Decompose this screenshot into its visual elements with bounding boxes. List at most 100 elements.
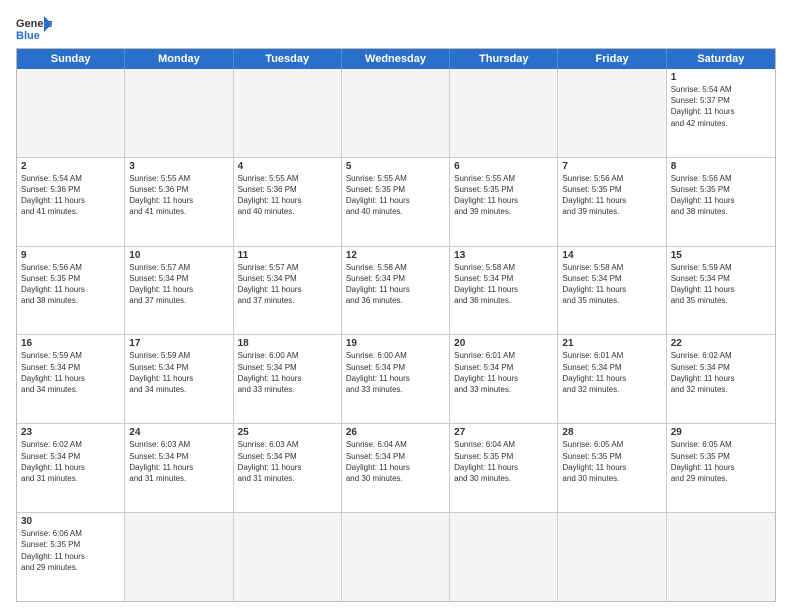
day-cell-14: 14Sunrise: 5:58 AM Sunset: 5:34 PM Dayli… bbox=[558, 247, 666, 335]
day-number: 18 bbox=[238, 338, 337, 349]
calendar: SundayMondayTuesdayWednesdayThursdayFrid… bbox=[16, 48, 776, 602]
day-number: 22 bbox=[671, 338, 771, 349]
svg-text:Blue: Blue bbox=[16, 30, 40, 42]
day-cell-19: 19Sunrise: 6:00 AM Sunset: 5:34 PM Dayli… bbox=[342, 335, 450, 423]
day-info: Sunrise: 5:56 AM Sunset: 5:35 PM Dayligh… bbox=[671, 173, 771, 218]
day-number: 8 bbox=[671, 161, 771, 172]
day-info: Sunrise: 6:05 AM Sunset: 5:35 PM Dayligh… bbox=[562, 439, 661, 484]
day-info: Sunrise: 6:00 AM Sunset: 5:34 PM Dayligh… bbox=[238, 350, 337, 395]
day-number: 27 bbox=[454, 427, 553, 438]
day-cell-12: 12Sunrise: 5:58 AM Sunset: 5:34 PM Dayli… bbox=[342, 247, 450, 335]
day-number: 12 bbox=[346, 250, 445, 261]
day-number: 14 bbox=[562, 250, 661, 261]
day-number: 15 bbox=[671, 250, 771, 261]
day-number: 19 bbox=[346, 338, 445, 349]
empty-cell bbox=[667, 513, 775, 601]
day-info: Sunrise: 6:00 AM Sunset: 5:34 PM Dayligh… bbox=[346, 350, 445, 395]
day-number: 4 bbox=[238, 161, 337, 172]
day-info: Sunrise: 6:04 AM Sunset: 5:34 PM Dayligh… bbox=[346, 439, 445, 484]
page: General Blue SundayMondayTuesdayWednesda… bbox=[0, 0, 792, 612]
calendar-row-1: 2Sunrise: 5:54 AM Sunset: 5:36 PM Daylig… bbox=[17, 157, 775, 246]
day-cell-25: 25Sunrise: 6:03 AM Sunset: 5:34 PM Dayli… bbox=[234, 424, 342, 512]
day-cell-6: 6Sunrise: 5:55 AM Sunset: 5:35 PM Daylig… bbox=[450, 158, 558, 246]
calendar-row-4: 23Sunrise: 6:02 AM Sunset: 5:34 PM Dayli… bbox=[17, 423, 775, 512]
empty-cell bbox=[342, 69, 450, 157]
logo-icon: General Blue bbox=[16, 14, 52, 42]
calendar-row-2: 9Sunrise: 5:56 AM Sunset: 5:35 PM Daylig… bbox=[17, 246, 775, 335]
day-number: 6 bbox=[454, 161, 553, 172]
day-number: 3 bbox=[129, 161, 228, 172]
empty-cell bbox=[234, 69, 342, 157]
day-cell-21: 21Sunrise: 6:01 AM Sunset: 5:34 PM Dayli… bbox=[558, 335, 666, 423]
day-number: 13 bbox=[454, 250, 553, 261]
empty-cell bbox=[558, 513, 666, 601]
day-number: 10 bbox=[129, 250, 228, 261]
day-cell-1: 1Sunrise: 5:54 AM Sunset: 5:37 PM Daylig… bbox=[667, 69, 775, 157]
day-number: 2 bbox=[21, 161, 120, 172]
empty-cell bbox=[450, 69, 558, 157]
calendar-body: 1Sunrise: 5:54 AM Sunset: 5:37 PM Daylig… bbox=[17, 69, 775, 601]
header-day-sunday: Sunday bbox=[17, 49, 125, 69]
day-cell-3: 3Sunrise: 5:55 AM Sunset: 5:36 PM Daylig… bbox=[125, 158, 233, 246]
calendar-row-5: 30Sunrise: 6:06 AM Sunset: 5:35 PM Dayli… bbox=[17, 512, 775, 601]
day-info: Sunrise: 5:59 AM Sunset: 5:34 PM Dayligh… bbox=[129, 350, 228, 395]
day-number: 21 bbox=[562, 338, 661, 349]
logo: General Blue bbox=[16, 14, 52, 42]
day-cell-2: 2Sunrise: 5:54 AM Sunset: 5:36 PM Daylig… bbox=[17, 158, 125, 246]
day-cell-26: 26Sunrise: 6:04 AM Sunset: 5:34 PM Dayli… bbox=[342, 424, 450, 512]
day-info: Sunrise: 6:06 AM Sunset: 5:35 PM Dayligh… bbox=[21, 528, 120, 573]
day-info: Sunrise: 5:54 AM Sunset: 5:37 PM Dayligh… bbox=[671, 84, 771, 129]
day-number: 16 bbox=[21, 338, 120, 349]
day-cell-10: 10Sunrise: 5:57 AM Sunset: 5:34 PM Dayli… bbox=[125, 247, 233, 335]
header-day-wednesday: Wednesday bbox=[342, 49, 450, 69]
day-cell-16: 16Sunrise: 5:59 AM Sunset: 5:34 PM Dayli… bbox=[17, 335, 125, 423]
day-cell-17: 17Sunrise: 5:59 AM Sunset: 5:34 PM Dayli… bbox=[125, 335, 233, 423]
day-info: Sunrise: 5:55 AM Sunset: 5:35 PM Dayligh… bbox=[346, 173, 445, 218]
day-info: Sunrise: 6:03 AM Sunset: 5:34 PM Dayligh… bbox=[238, 439, 337, 484]
day-number: 25 bbox=[238, 427, 337, 438]
day-number: 5 bbox=[346, 161, 445, 172]
day-info: Sunrise: 5:55 AM Sunset: 5:36 PM Dayligh… bbox=[129, 173, 228, 218]
day-info: Sunrise: 5:58 AM Sunset: 5:34 PM Dayligh… bbox=[346, 262, 445, 307]
header-day-monday: Monday bbox=[125, 49, 233, 69]
day-info: Sunrise: 5:57 AM Sunset: 5:34 PM Dayligh… bbox=[238, 262, 337, 307]
day-info: Sunrise: 5:59 AM Sunset: 5:34 PM Dayligh… bbox=[21, 350, 120, 395]
day-info: Sunrise: 6:01 AM Sunset: 5:34 PM Dayligh… bbox=[454, 350, 553, 395]
header-day-thursday: Thursday bbox=[450, 49, 558, 69]
day-cell-18: 18Sunrise: 6:00 AM Sunset: 5:34 PM Dayli… bbox=[234, 335, 342, 423]
day-info: Sunrise: 5:56 AM Sunset: 5:35 PM Dayligh… bbox=[562, 173, 661, 218]
calendar-header: SundayMondayTuesdayWednesdayThursdayFrid… bbox=[17, 49, 775, 69]
day-info: Sunrise: 6:04 AM Sunset: 5:35 PM Dayligh… bbox=[454, 439, 553, 484]
day-cell-24: 24Sunrise: 6:03 AM Sunset: 5:34 PM Dayli… bbox=[125, 424, 233, 512]
day-info: Sunrise: 6:01 AM Sunset: 5:34 PM Dayligh… bbox=[562, 350, 661, 395]
day-cell-23: 23Sunrise: 6:02 AM Sunset: 5:34 PM Dayli… bbox=[17, 424, 125, 512]
day-number: 26 bbox=[346, 427, 445, 438]
day-info: Sunrise: 5:55 AM Sunset: 5:36 PM Dayligh… bbox=[238, 173, 337, 218]
empty-cell bbox=[558, 69, 666, 157]
day-number: 7 bbox=[562, 161, 661, 172]
day-number: 24 bbox=[129, 427, 228, 438]
day-info: Sunrise: 5:58 AM Sunset: 5:34 PM Dayligh… bbox=[562, 262, 661, 307]
day-cell-27: 27Sunrise: 6:04 AM Sunset: 5:35 PM Dayli… bbox=[450, 424, 558, 512]
empty-cell bbox=[234, 513, 342, 601]
day-info: Sunrise: 5:58 AM Sunset: 5:34 PM Dayligh… bbox=[454, 262, 553, 307]
day-info: Sunrise: 5:56 AM Sunset: 5:35 PM Dayligh… bbox=[21, 262, 120, 307]
header-day-tuesday: Tuesday bbox=[234, 49, 342, 69]
day-cell-30: 30Sunrise: 6:06 AM Sunset: 5:35 PM Dayli… bbox=[17, 513, 125, 601]
day-cell-13: 13Sunrise: 5:58 AM Sunset: 5:34 PM Dayli… bbox=[450, 247, 558, 335]
day-cell-20: 20Sunrise: 6:01 AM Sunset: 5:34 PM Dayli… bbox=[450, 335, 558, 423]
day-info: Sunrise: 5:59 AM Sunset: 5:34 PM Dayligh… bbox=[671, 262, 771, 307]
day-number: 11 bbox=[238, 250, 337, 261]
day-info: Sunrise: 6:03 AM Sunset: 5:34 PM Dayligh… bbox=[129, 439, 228, 484]
empty-cell bbox=[450, 513, 558, 601]
day-cell-28: 28Sunrise: 6:05 AM Sunset: 5:35 PM Dayli… bbox=[558, 424, 666, 512]
header-day-saturday: Saturday bbox=[667, 49, 775, 69]
day-cell-22: 22Sunrise: 6:02 AM Sunset: 5:34 PM Dayli… bbox=[667, 335, 775, 423]
day-cell-5: 5Sunrise: 5:55 AM Sunset: 5:35 PM Daylig… bbox=[342, 158, 450, 246]
day-cell-4: 4Sunrise: 5:55 AM Sunset: 5:36 PM Daylig… bbox=[234, 158, 342, 246]
day-cell-15: 15Sunrise: 5:59 AM Sunset: 5:34 PM Dayli… bbox=[667, 247, 775, 335]
calendar-row-3: 16Sunrise: 5:59 AM Sunset: 5:34 PM Dayli… bbox=[17, 334, 775, 423]
empty-cell bbox=[342, 513, 450, 601]
day-number: 9 bbox=[21, 250, 120, 261]
day-info: Sunrise: 5:57 AM Sunset: 5:34 PM Dayligh… bbox=[129, 262, 228, 307]
